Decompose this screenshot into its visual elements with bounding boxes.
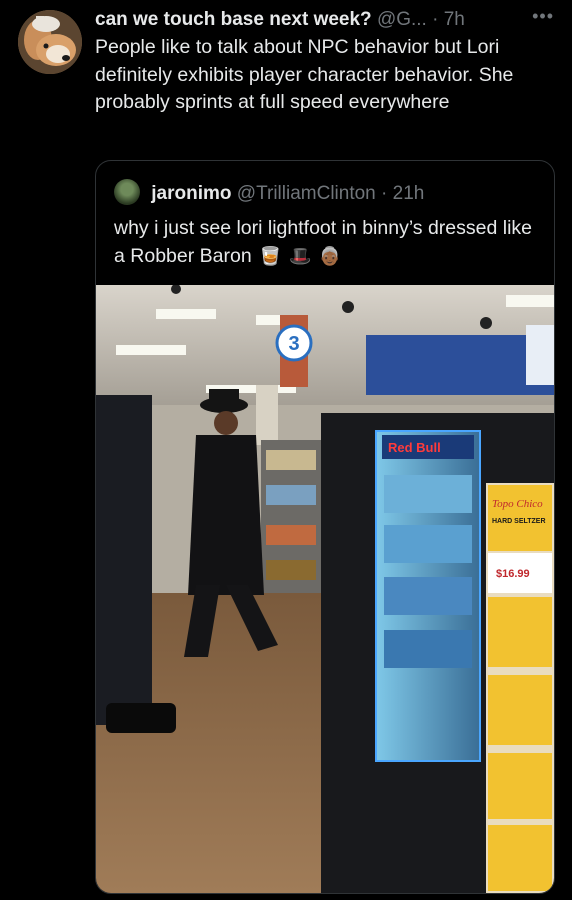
ceiling-light — [156, 309, 216, 319]
red-bull-logo-text: Red Bull — [388, 440, 441, 455]
author-display-name[interactable]: can we touch base next week? — [95, 9, 372, 30]
quoted-meta-separator: · — [381, 183, 388, 204]
stacked-cans — [366, 335, 554, 395]
security-camera — [342, 301, 354, 313]
shelf-goods — [266, 560, 316, 580]
dog-avatar-image — [18, 10, 82, 74]
support-column — [256, 385, 278, 445]
price-text: $16.99 — [496, 568, 530, 580]
quoted-tweet-card[interactable]: jaronimo @TrilliamClinton · 21h why i ju… — [95, 160, 555, 894]
cooler-shelf-cans — [384, 475, 472, 513]
seltzer-box — [488, 753, 552, 819]
shelf-goods — [266, 450, 316, 470]
top-hat-crown — [209, 389, 239, 405]
tweet-timestamp[interactable]: 7h — [444, 9, 465, 30]
quoted-tweet-header: jaronimo @TrilliamClinton · 21h — [114, 179, 544, 207]
cooler-shelf-cans — [384, 630, 472, 668]
topo-chico-label: Topo Chico — [492, 498, 543, 510]
cooler-shelf-cans — [384, 577, 472, 615]
shelf-goods — [266, 525, 316, 545]
person-left-boot — [106, 703, 176, 733]
ceiling-light — [116, 345, 186, 355]
old-woman-emoji: 👵🏾 — [318, 245, 342, 266]
tweet-header: can we touch base next week? @G... · 7h — [95, 8, 565, 32]
woman-head — [214, 411, 238, 435]
quoted-tweet-text-block: why i just see lori lightfoot in binny’s… — [114, 215, 544, 270]
meta-separator: · — [432, 9, 439, 30]
author-avatar[interactable] — [18, 10, 82, 74]
hard-seltzer-label: HARD SELTZER — [492, 518, 546, 525]
more-dots-icon[interactable]: ••• — [532, 6, 554, 27]
person-left — [96, 395, 152, 725]
store-photo[interactable]: 3 Red Bull Topo Chico HARD SELTZER $16.9… — [96, 285, 554, 893]
whiskey-glass-emoji: 🥃 — [259, 245, 282, 266]
seltzer-box — [488, 675, 552, 745]
stacked-boxes — [526, 325, 554, 385]
seltzer-box — [488, 597, 552, 667]
tweet-text: People like to talk about NPC behavior b… — [95, 36, 514, 113]
security-camera — [480, 317, 492, 329]
ceiling-light — [506, 295, 554, 307]
cooler-shelf-cans — [384, 525, 472, 563]
author-handle[interactable]: @G... — [377, 9, 427, 30]
seltzer-box — [488, 825, 552, 891]
quoted-author-display-name[interactable]: jaronimo — [151, 183, 231, 204]
quoted-author-handle[interactable]: @TrilliamClinton — [237, 183, 376, 204]
quoted-tweet-timestamp[interactable]: 21h — [393, 183, 425, 204]
shelf-goods — [266, 485, 316, 505]
top-hat-emoji: 🎩 — [288, 245, 312, 266]
quoted-author-avatar[interactable] — [114, 179, 140, 205]
aisle-number: 3 — [288, 333, 299, 355]
black-coat — [188, 435, 264, 595]
